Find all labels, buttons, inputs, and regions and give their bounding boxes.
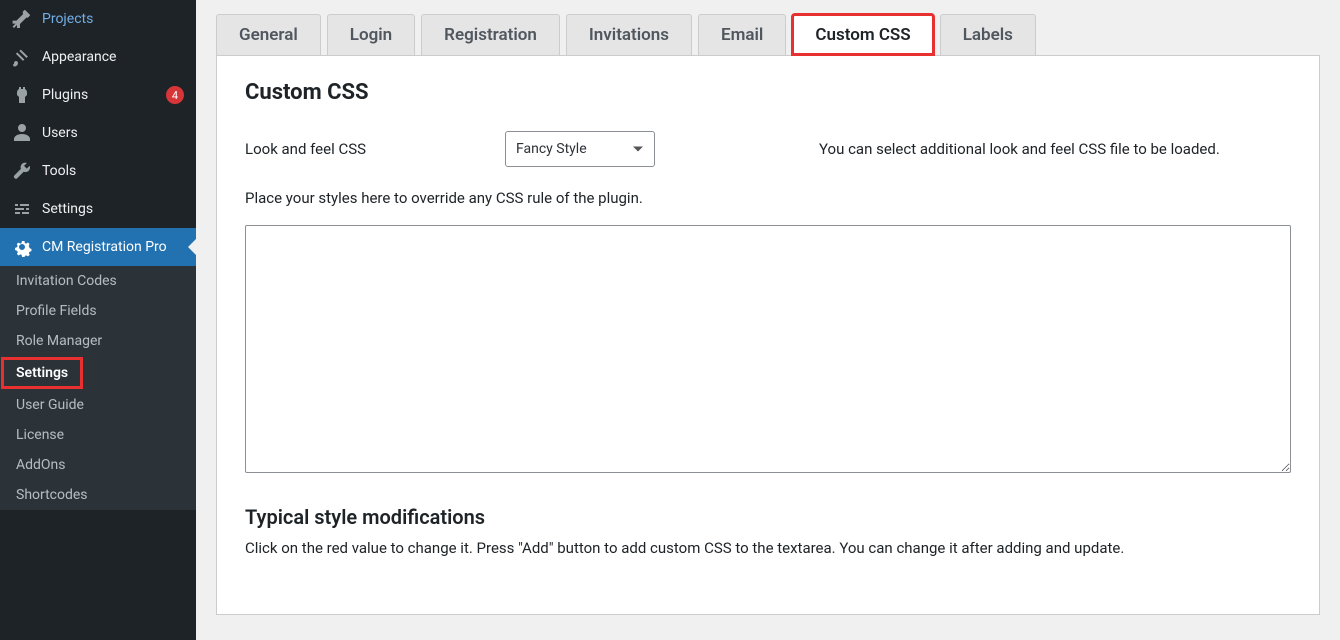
pin-icon [12, 9, 32, 29]
page-title: Custom CSS [245, 80, 1291, 105]
menu-label: Settings [42, 200, 184, 218]
menu-label: Tools [42, 162, 184, 180]
submenu-shortcodes[interactable]: Shortcodes [0, 480, 196, 510]
submenu-role-manager[interactable]: Role Manager [0, 326, 196, 356]
tab-labels[interactable]: Labels [940, 14, 1036, 55]
tab-registration[interactable]: Registration [421, 14, 560, 55]
submenu-license[interactable]: License [0, 420, 196, 450]
submenu: Invitation Codes Profile Fields Role Man… [0, 266, 196, 510]
submenu-settings[interactable]: Settings [2, 358, 82, 388]
submenu-invitation-codes[interactable]: Invitation Codes [0, 266, 196, 296]
gear-icon [12, 237, 32, 257]
sidebar-item-plugins[interactable]: Plugins 4 [0, 76, 196, 114]
custom-css-textarea[interactable] [245, 225, 1291, 473]
tab-invitations[interactable]: Invitations [566, 14, 692, 55]
look-and-feel-row: Look and feel CSS Fancy Style You can se… [245, 131, 1291, 167]
menu-label: CM Registration Pro [42, 238, 184, 256]
tabs-nav: General Login Registration Invitations E… [216, 14, 1320, 55]
section-hint: Click on the red value to change it. Pre… [245, 539, 1291, 557]
look-description: You can select additional look and feel … [805, 140, 1291, 158]
menu-label: Projects [42, 10, 184, 28]
settings-panel: Custom CSS Look and feel CSS Fancy Style… [216, 55, 1320, 615]
section-heading: Typical style modifications [245, 505, 1291, 529]
tab-email[interactable]: Email [698, 14, 786, 55]
sidebar-item-settings[interactable]: Settings [0, 190, 196, 228]
look-label: Look and feel CSS [245, 140, 505, 158]
override-hint: Place your styles here to override any C… [245, 189, 1291, 207]
main-content: General Login Registration Invitations E… [196, 0, 1340, 640]
menu-label: Users [42, 124, 184, 142]
sidebar-item-users[interactable]: Users [0, 114, 196, 152]
brush-icon [12, 47, 32, 67]
menu-label: Appearance [42, 48, 184, 66]
update-badge: 4 [166, 86, 184, 104]
look-select[interactable]: Fancy Style [505, 131, 655, 167]
sidebar-item-cm-registration-pro[interactable]: CM Registration Pro [0, 228, 196, 266]
tab-general[interactable]: General [216, 14, 321, 55]
sidebar-item-projects[interactable]: Projects [0, 0, 196, 38]
wrench-icon [12, 161, 32, 181]
plug-icon [12, 85, 32, 105]
submenu-profile-fields[interactable]: Profile Fields [0, 296, 196, 326]
user-icon [12, 123, 32, 143]
admin-sidebar: Projects Appearance Plugins 4 Users Tool… [0, 0, 196, 640]
sliders-icon [12, 199, 32, 219]
sidebar-item-appearance[interactable]: Appearance [0, 38, 196, 76]
submenu-addons[interactable]: AddOns [0, 450, 196, 480]
sidebar-item-tools[interactable]: Tools [0, 152, 196, 190]
tab-login[interactable]: Login [327, 14, 415, 55]
submenu-user-guide[interactable]: User Guide [0, 390, 196, 420]
menu-label: Plugins [42, 86, 160, 104]
tab-custom-css[interactable]: Custom CSS [792, 14, 933, 55]
